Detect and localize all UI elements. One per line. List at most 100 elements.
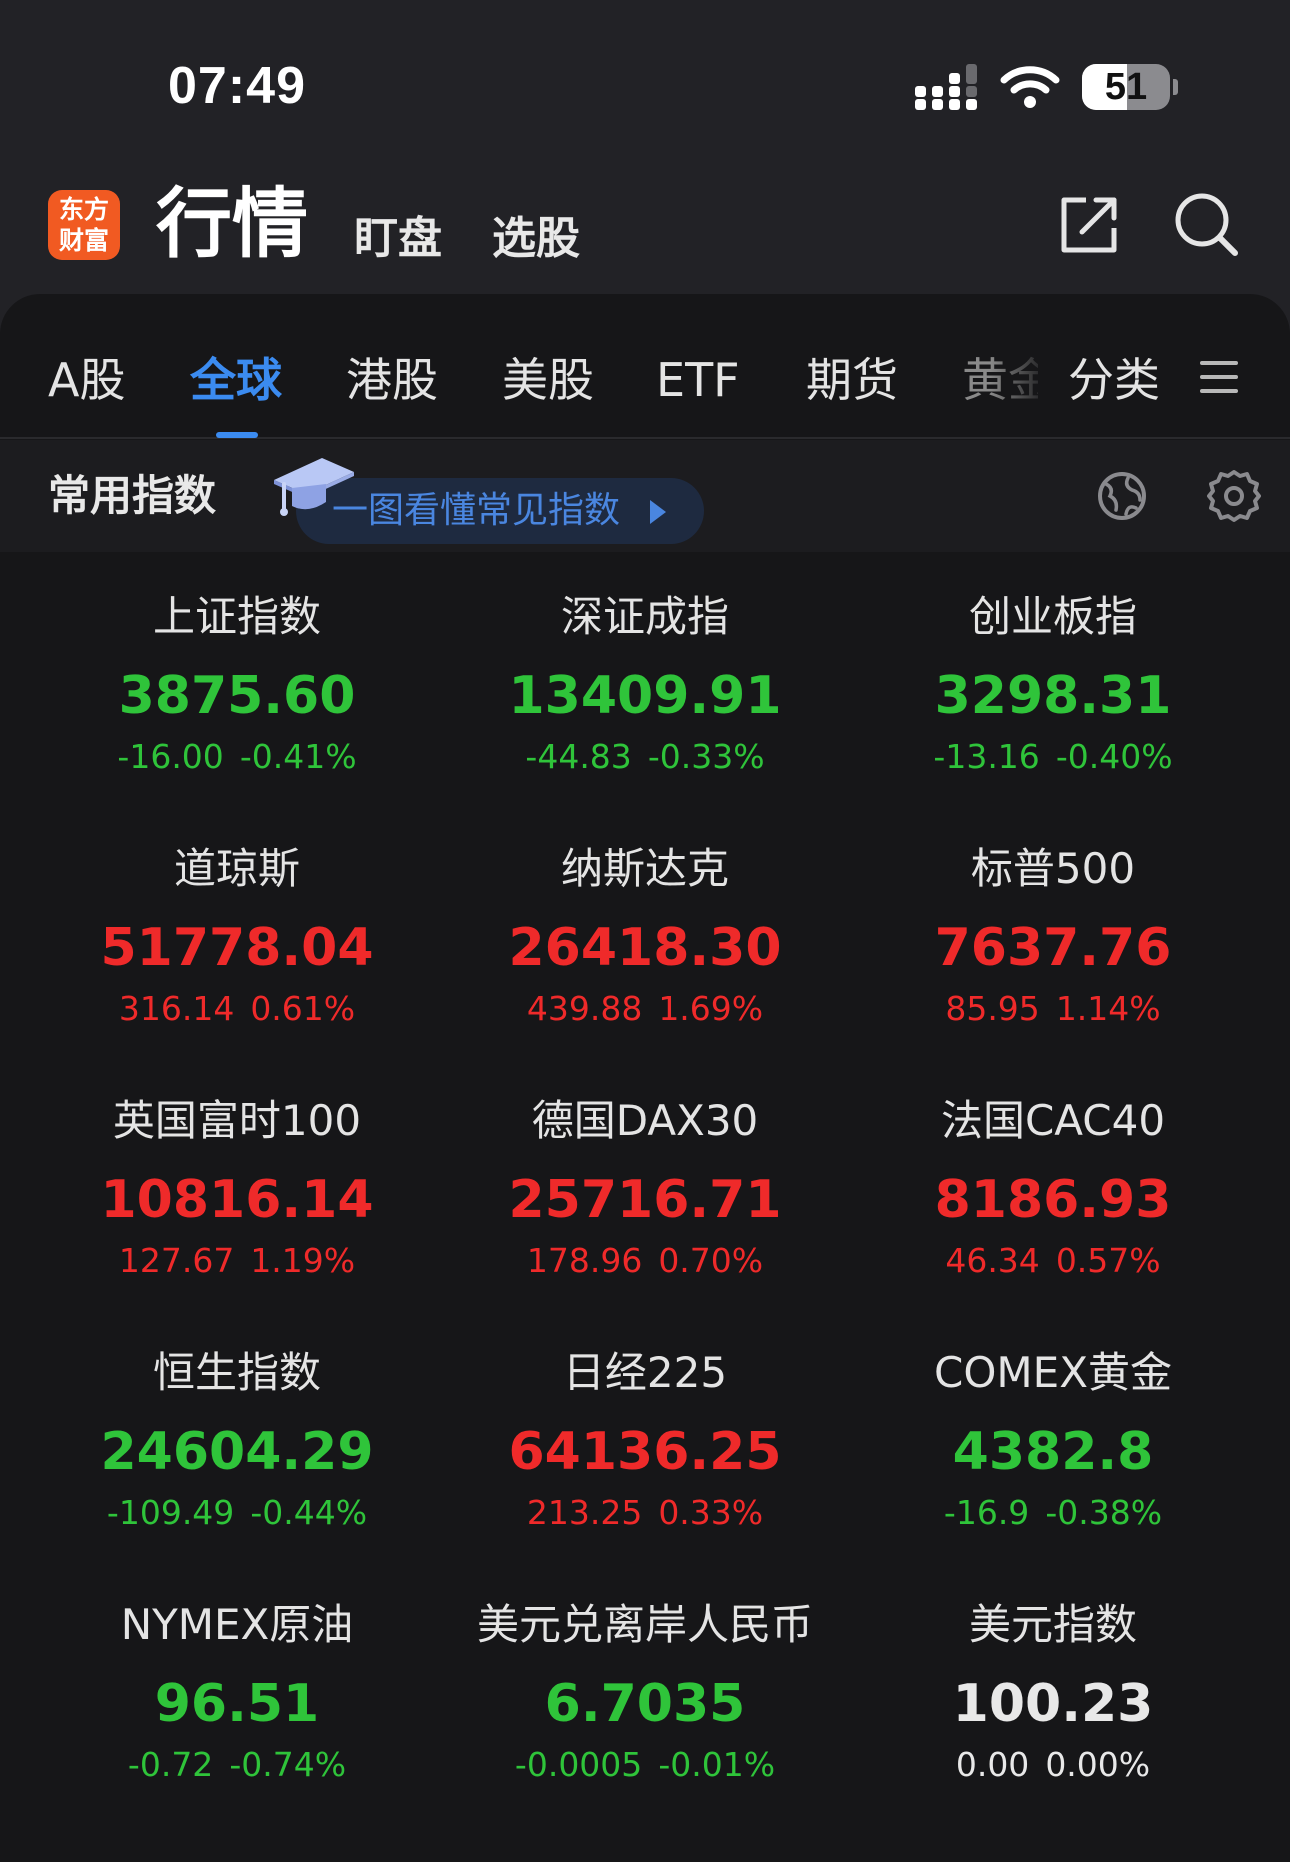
- index-change-row: -0.0005 -0.01%: [441, 1744, 849, 1786]
- app-logo-text: 东方 财富: [58, 195, 109, 255]
- index-card[interactable]: 美元兑离岸人民币 6.7035 -0.0005 -0.01%: [441, 1598, 849, 1798]
- index-change-row: 127.67 1.19%: [33, 1240, 441, 1282]
- index-card[interactable]: 恒生指数 24604.29 -109.49 -0.44%: [33, 1346, 441, 1546]
- battery-tip: [1173, 79, 1178, 95]
- index-name: COMEX黄金: [934, 1348, 1172, 1397]
- index-change-row: -16.9 -0.38%: [849, 1492, 1257, 1534]
- tab-a-shares[interactable]: A股: [48, 352, 125, 408]
- index-change-percent: 0.70%: [658, 1241, 764, 1280]
- index-card[interactable]: 日经225 64136.25 213.25 0.33%: [441, 1346, 849, 1546]
- page-title: 行情: [156, 179, 308, 268]
- share-icon[interactable]: [1058, 192, 1122, 256]
- index-change: 85.95: [945, 989, 1040, 1028]
- graduation-cap-icon: [274, 458, 354, 516]
- cellular-signal-icon: [915, 64, 977, 110]
- index-card[interactable]: NYMEX原油 96.51 -0.72 -0.74%: [33, 1598, 441, 1798]
- index-change: 213.25: [526, 1493, 643, 1532]
- index-price: 24604.29: [100, 1422, 374, 1482]
- index-change-percent: 0.00%: [1045, 1745, 1151, 1784]
- battery-percent: 51: [1104, 66, 1148, 108]
- index-change-row: 439.88 1.69%: [441, 988, 849, 1030]
- section-title: 常用指数: [48, 471, 217, 520]
- index-name: NYMEX原油: [120, 1600, 354, 1649]
- tab-category[interactable]: 分类: [1068, 352, 1160, 408]
- index-change: 127.67: [118, 1241, 235, 1280]
- index-price: 26418.30: [508, 918, 782, 978]
- index-change-percent: 1.19%: [250, 1241, 356, 1280]
- index-change-row: -109.49 -0.44%: [33, 1492, 441, 1534]
- index-change-row: 213.25 0.33%: [441, 1492, 849, 1534]
- search-icon[interactable]: [1172, 190, 1240, 258]
- index-card[interactable]: 美元指数 100.23 0.00 0.00%: [849, 1598, 1257, 1798]
- index-card[interactable]: 纳斯达克 26418.30 439.88 1.69%: [441, 842, 849, 1042]
- index-price: 8186.93: [934, 1170, 1172, 1230]
- menu-icon[interactable]: [1200, 357, 1238, 397]
- index-change-percent: -0.38%: [1045, 1493, 1163, 1532]
- tab-futures[interactable]: 期货: [806, 352, 898, 408]
- index-change: 46.34: [945, 1241, 1040, 1280]
- index-price: 100.23: [952, 1674, 1154, 1734]
- index-change: 439.88: [526, 989, 643, 1028]
- index-change-percent: -0.01%: [658, 1745, 776, 1784]
- tab-scroll-fade: [990, 340, 1050, 420]
- header-tab-stock-picker[interactable]: 选股: [492, 210, 580, 268]
- index-change: -44.83: [525, 737, 632, 776]
- index-name: 美元兑离岸人民币: [476, 1600, 813, 1649]
- play-arrow-icon: [650, 500, 666, 524]
- index-price: 25716.71: [508, 1170, 782, 1230]
- index-change-percent: 0.33%: [658, 1493, 764, 1532]
- index-price: 13409.91: [508, 666, 782, 726]
- index-name: 深证成指: [560, 592, 729, 641]
- app-logo[interactable]: 东方 财富: [48, 190, 120, 260]
- index-name: 纳斯达克: [560, 844, 729, 893]
- index-card[interactable]: 法国CAC40 8186.93 46.34 0.57%: [849, 1094, 1257, 1294]
- index-card[interactable]: 上证指数 3875.60 -16.00 -0.41%: [33, 590, 441, 790]
- index-name: 标普500: [970, 844, 1136, 893]
- index-change: 178.96: [526, 1241, 643, 1280]
- index-card[interactable]: 创业板指 3298.31 -13.16 -0.40%: [849, 590, 1257, 790]
- index-change-percent: -0.33%: [647, 737, 765, 776]
- index-card[interactable]: 深证成指 13409.91 -44.83 -0.33%: [441, 590, 849, 790]
- index-change: -16.00: [117, 737, 224, 776]
- index-card[interactable]: COMEX黄金 4382.8 -16.9 -0.38%: [849, 1346, 1257, 1546]
- index-card[interactable]: 标普500 7637.76 85.95 1.14%: [849, 842, 1257, 1042]
- index-name: 德国DAX30: [531, 1096, 759, 1145]
- index-change: -0.0005: [514, 1745, 643, 1784]
- index-name: 上证指数: [152, 592, 321, 641]
- index-change-percent: -0.40%: [1055, 737, 1173, 776]
- index-change-percent: 0.61%: [250, 989, 356, 1028]
- battery-indicator: 51: [1082, 64, 1178, 110]
- index-card[interactable]: 德国DAX30 25716.71 178.96 0.70%: [441, 1094, 849, 1294]
- index-card[interactable]: 英国富时100 10816.14 127.67 1.19%: [33, 1094, 441, 1294]
- index-card[interactable]: 道琼斯 51778.04 316.14 0.61%: [33, 842, 441, 1042]
- tab-us-stocks[interactable]: 美股: [502, 352, 594, 408]
- index-change: 316.14: [118, 989, 235, 1028]
- index-change-row: 178.96 0.70%: [441, 1240, 849, 1282]
- wifi-icon: [1000, 66, 1060, 108]
- tab-global[interactable]: 全球: [190, 352, 282, 408]
- index-change-percent: 1.14%: [1055, 989, 1161, 1028]
- index-change-percent: -0.44%: [250, 1493, 368, 1532]
- index-change-row: 316.14 0.61%: [33, 988, 441, 1030]
- active-tab-indicator: [216, 432, 258, 438]
- header-tab-watch[interactable]: 盯盘: [354, 210, 442, 268]
- index-price: 3298.31: [934, 666, 1172, 726]
- index-change-percent: -0.74%: [229, 1745, 347, 1784]
- index-change: -0.72: [127, 1745, 214, 1784]
- index-name: 日经225: [562, 1348, 728, 1397]
- index-name: 道琼斯: [173, 844, 300, 893]
- tab-etf[interactable]: ETF: [656, 352, 740, 408]
- globe-icon[interactable]: [1096, 470, 1148, 522]
- index-name: 英国富时100: [112, 1096, 362, 1145]
- index-change-row: -44.83 -0.33%: [441, 736, 849, 778]
- index-change: -13.16: [933, 737, 1040, 776]
- index-name: 创业板指: [968, 592, 1137, 641]
- index-change: -109.49: [106, 1493, 235, 1532]
- battery-body: 51: [1082, 64, 1170, 110]
- index-change-row: 46.34 0.57%: [849, 1240, 1257, 1282]
- gear-icon[interactable]: [1206, 468, 1262, 524]
- index-name: 恒生指数: [152, 1348, 321, 1397]
- index-price: 10816.14: [100, 1170, 374, 1230]
- index-change-percent: 0.57%: [1055, 1241, 1161, 1280]
- tab-hk-stocks[interactable]: 港股: [346, 352, 438, 408]
